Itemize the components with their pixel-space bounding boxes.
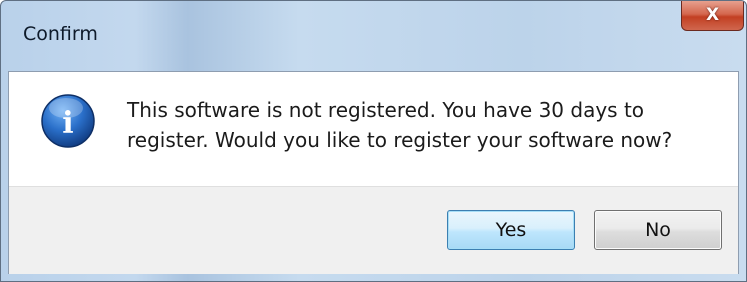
no-button[interactable]: No bbox=[594, 210, 722, 250]
yes-button[interactable]: Yes bbox=[447, 210, 575, 250]
dialog-body: i This software is not registered. You h… bbox=[8, 71, 739, 274]
close-icon: X bbox=[705, 5, 720, 25]
message-area: i This software is not registered. You h… bbox=[9, 72, 738, 186]
information-icon: i bbox=[41, 94, 95, 148]
info-glyph: i bbox=[62, 106, 73, 141]
message-text: This software is not registered. You hav… bbox=[127, 98, 673, 152]
dialog-title: Confirm bbox=[23, 23, 98, 45]
confirm-dialog: Confirm X i This software is not registe… bbox=[0, 0, 747, 282]
button-bar: Yes No bbox=[9, 186, 738, 274]
title-bar[interactable]: Confirm X bbox=[1, 1, 746, 71]
close-button[interactable]: X bbox=[681, 1, 744, 31]
